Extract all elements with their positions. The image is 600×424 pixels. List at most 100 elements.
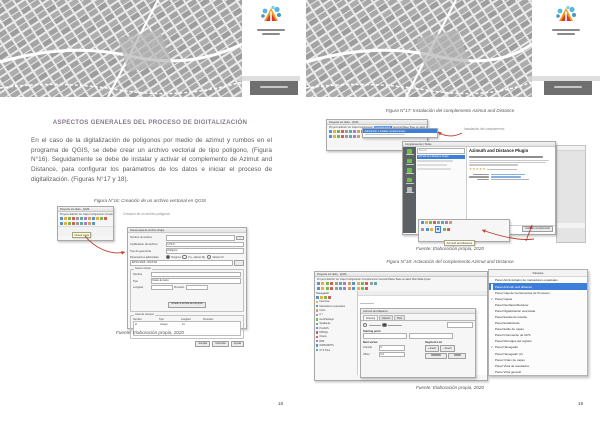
sidebar-item <box>406 149 414 155</box>
encoding-field: UTF-8 <box>166 242 245 248</box>
logo-text-line <box>262 33 280 35</box>
toolbar-icon <box>447 228 450 231</box>
toolbar-icon <box>353 130 356 133</box>
option-field <box>447 322 473 328</box>
rating-stars: ★★★★★ <box>469 168 486 171</box>
header-map-right <box>306 0 532 97</box>
toolbar-icon <box>433 221 436 224</box>
figure18-source: Fuente: Elaboración propia, 2020 <box>330 385 570 390</box>
cancel-button: Cancelar <box>212 341 228 347</box>
toolbar-icon <box>333 130 336 133</box>
dim-option: Z (+ valores M) <box>188 256 205 259</box>
azimuth-label: Azimuth <box>363 346 377 349</box>
complementos-dropdown-menu: Administrar e instalar complementos... <box>362 128 438 138</box>
red-arrow <box>468 221 538 243</box>
azimuth-tool-icon <box>435 226 442 233</box>
field-list-group: Lista de campos Nombre Tipo Longitud Pre… <box>130 315 244 340</box>
toolbar-icon <box>316 296 319 299</box>
segment-button <box>425 353 447 359</box>
logo-text-line <box>552 29 580 31</box>
list-header: Nombre <box>133 318 159 321</box>
header-column-right <box>532 0 600 97</box>
toolbar-icon <box>92 217 95 220</box>
dim-option: Ninguna <box>171 256 180 259</box>
panels-context-menu: Paneles Panel Administrador de marcadore… <box>488 269 588 376</box>
sidebar-item <box>406 178 414 184</box>
toolbar-icon <box>339 282 342 285</box>
radio-none <box>166 255 170 259</box>
body-paragraph: En el caso de la digitalización de políg… <box>31 136 272 185</box>
menu-bar: Proyecto Edición Ver Capa Configuración … <box>58 212 113 216</box>
tab-options: Options <box>379 315 394 320</box>
toolbar-icon <box>370 282 373 285</box>
azimuth-panel-icon <box>491 284 493 290</box>
toolbar-icon <box>72 222 75 225</box>
header-banner-bar <box>544 81 592 95</box>
starting-point-label: Starting point <box>363 330 473 333</box>
toolbar-icon <box>328 296 331 299</box>
field-precision-input <box>186 285 208 291</box>
toolbar-icon <box>361 282 364 285</box>
start-y-field <box>409 333 453 339</box>
field-name-label: Nombre <box>133 273 149 276</box>
toolbar-icon <box>76 217 79 220</box>
toolbar-icon <box>84 222 87 225</box>
field-list-row: id Integer 10 <box>134 322 240 326</box>
toolbar-icon <box>321 287 324 290</box>
background-window <box>556 145 586 243</box>
toolbar-icon <box>335 287 338 290</box>
toolbar-icon <box>345 135 348 138</box>
toolbar-icon <box>329 130 332 133</box>
toolbar-icon <box>72 217 75 220</box>
page-number-right: 19 <box>578 401 583 406</box>
toolbar-icon <box>430 228 433 231</box>
document-spread: ASPECTOS GENERALES DEL PROCESO DE DIGITA… <box>0 0 600 424</box>
toolbar-icon <box>104 217 107 220</box>
panel-menu-item: Panel Vista general <box>489 369 587 375</box>
settings-gear-icon <box>407 187 412 192</box>
toolbar-icon <box>357 287 360 290</box>
add-field-button: Añadir a la lista de campos <box>168 302 205 308</box>
insert-button: +Insert <box>425 345 439 352</box>
toolbar-icon <box>357 282 360 285</box>
red-arrow <box>69 230 131 260</box>
radio-z <box>182 255 186 259</box>
field-type-label: Tipo <box>133 280 149 283</box>
azimuth-field: 0 <box>379 345 405 351</box>
toolbar-icon <box>429 221 432 224</box>
field-precision-label: Precisión <box>174 286 184 289</box>
toolbar-icon <box>317 287 320 290</box>
azimuth-distance-dialog: Azimuth and distance Drawing Options Hel… <box>360 308 476 378</box>
section-title: ASPECTOS GENERALES DEL PROCESO DE DIGITA… <box>30 119 270 126</box>
file-name-field <box>166 235 235 241</box>
banner-text-line <box>554 86 582 88</box>
toolbar-icon <box>365 282 368 285</box>
toolbar-icon <box>64 222 67 225</box>
help-button: Ayuda <box>231 341 244 347</box>
header-banner-bar <box>250 81 298 95</box>
sidebar-item <box>406 168 414 174</box>
insert-button: +Insert <box>440 345 454 352</box>
toolbar-icon <box>349 135 352 138</box>
browser-tree-item: XYZ Tiles <box>316 348 356 352</box>
next-vertex-label: Next vertex <box>363 341 421 344</box>
toolbar-icon <box>341 135 344 138</box>
toolbar-icon <box>88 222 91 225</box>
page-number-left: 18 <box>278 401 283 406</box>
toolbar-icon <box>84 217 87 220</box>
dim-option: Valores M <box>212 256 223 259</box>
tab-help: Help <box>394 315 405 320</box>
institution-logo <box>259 5 283 27</box>
toolbar-icon <box>425 221 428 224</box>
field-name-input <box>151 272 242 278</box>
toolbar-icon <box>361 287 364 290</box>
plugin-category-icon <box>407 178 412 183</box>
toolbar-icon <box>329 135 332 138</box>
toolbar-icon <box>374 282 377 285</box>
sidebar-item <box>406 159 414 165</box>
toolbar-icon <box>321 282 324 285</box>
option-radio <box>382 323 386 327</box>
figure17-caption: Figura N°17: Instalación del complemento… <box>330 108 570 113</box>
sidebar-item <box>406 187 414 193</box>
toolbar-icon <box>330 282 333 285</box>
